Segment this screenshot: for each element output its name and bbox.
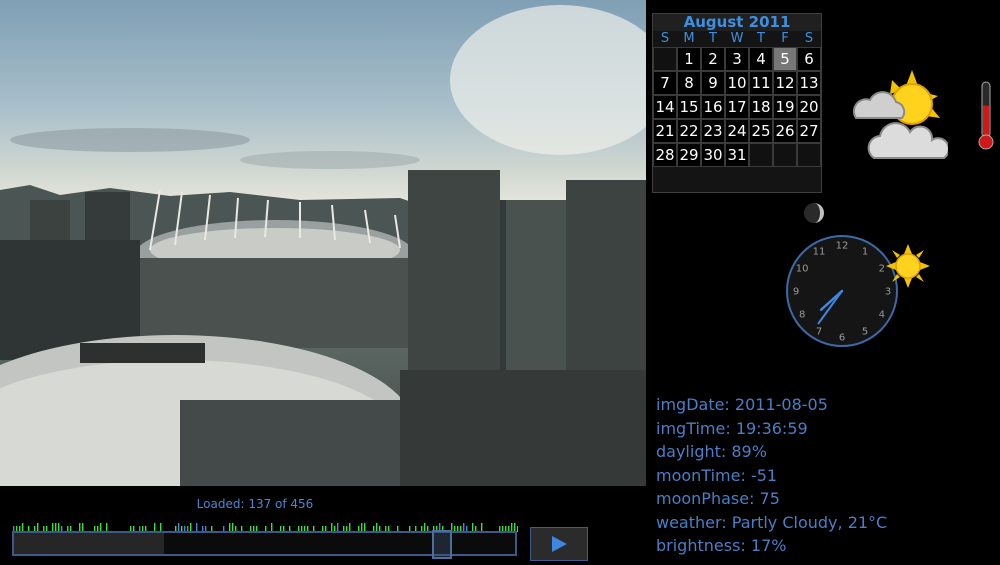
- calendar-day[interactable]: 10: [725, 71, 749, 95]
- calendar-day[interactable]: 24: [725, 119, 749, 143]
- calendar-grid: 1 2 3 4 5 6 7 8 9 10 11 12 13 14 15 16 17 18 19 20 21 22 23 24 2…: [653, 47, 821, 167]
- calendar-blank: [749, 143, 773, 167]
- calendar-day[interactable]: 8: [677, 71, 701, 95]
- calendar-day[interactable]: 29: [677, 143, 701, 167]
- image-info: imgDate: 2011-08-05 imgTime: 19:36:59 da…: [656, 393, 887, 558]
- calendar-day[interactable]: 25: [749, 119, 773, 143]
- clock-numeral: 3: [885, 287, 891, 298]
- calendar-day[interactable]: 2: [701, 47, 725, 71]
- play-button[interactable]: [530, 527, 588, 561]
- moon-time: moonTime: -51: [656, 465, 778, 485]
- calendar-day[interactable]: 26: [773, 119, 797, 143]
- img-time: imgTime: 19:36:59: [656, 418, 808, 438]
- clock-numeral: 1: [862, 247, 868, 258]
- city-scene: [0, 5, 646, 486]
- weather-text: weather: Partly Cloudy, 21°C: [656, 512, 888, 532]
- loaded-status: Loaded: 137 of 456: [196, 497, 314, 511]
- weekday-label: S: [660, 31, 670, 46]
- weekday-label: F: [781, 31, 789, 46]
- calendar-day[interactable]: 11: [749, 71, 773, 95]
- calendar-day[interactable]: 4: [749, 47, 773, 71]
- partly-cloudy-icon: [853, 70, 948, 159]
- clock-numeral: 11: [813, 247, 826, 258]
- weekday-label: T: [757, 31, 765, 46]
- calendar-weekdays: SMTWTFS: [653, 31, 821, 47]
- daylight: daylight: 89%: [656, 442, 767, 461]
- calendar-day[interactable]: 12: [773, 71, 797, 95]
- frame-tick: [517, 526, 518, 532]
- calendar-day[interactable]: 13: [797, 71, 821, 95]
- clock-numeral: 9: [793, 287, 799, 298]
- calendar-day[interactable]: 9: [701, 71, 725, 95]
- moon-icon: [804, 203, 824, 223]
- brightness: brightness: 17%: [656, 536, 787, 555]
- calendar-day[interactable]: 30: [701, 143, 725, 167]
- calendar-blank: [797, 143, 821, 167]
- weekday-label: M: [683, 31, 695, 46]
- weekday-label: W: [730, 31, 744, 46]
- calendar-day[interactable]: 17: [725, 95, 749, 119]
- clock-numeral: 12: [836, 241, 849, 252]
- calendar-day-today[interactable]: 5: [773, 47, 797, 71]
- calendar-day[interactable]: 27: [797, 119, 821, 143]
- calendar-day[interactable]: 28: [653, 143, 677, 167]
- clock-numeral: 2: [879, 264, 885, 275]
- clock-numeral: 7: [816, 326, 822, 337]
- calendar-day[interactable]: 3: [725, 47, 749, 71]
- calendar-month-label: August 2011: [653, 14, 821, 31]
- img-date: imgDate: 2011-08-05: [656, 395, 828, 414]
- calendar-day[interactable]: 1: [677, 47, 701, 71]
- thermometer-icon: [978, 81, 994, 150]
- calendar-day[interactable]: 7: [653, 71, 677, 95]
- calendar: August 2011 SMTWTFS 1 2 3 4 5 6 7 8 9 10 11 12 13 14 1…: [652, 13, 822, 193]
- play-icon: [552, 536, 567, 552]
- calendar-day[interactable]: 31: [725, 143, 749, 167]
- weekday-label: T: [709, 31, 717, 46]
- sun-icon: [886, 244, 930, 288]
- calendar-day[interactable]: 20: [797, 95, 821, 119]
- calendar-day[interactable]: 19: [773, 95, 797, 119]
- calendar-day[interactable]: 15: [677, 95, 701, 119]
- analog-clock: 12 12 3 45 6 78 9 10 11: [786, 235, 898, 347]
- clock-numeral: 6: [839, 333, 845, 344]
- timeline-loaded-fill: [14, 533, 165, 554]
- clock-numeral: 5: [862, 326, 868, 337]
- calendar-blank: [653, 47, 677, 71]
- calendar-blank: [773, 143, 797, 167]
- calendar-day[interactable]: 16: [701, 95, 725, 119]
- clock-numeral: 8: [799, 310, 805, 321]
- webcam-image: [0, 0, 646, 486]
- calendar-day[interactable]: 23: [701, 119, 725, 143]
- calendar-day[interactable]: 6: [797, 47, 821, 71]
- calendar-day[interactable]: 18: [749, 95, 773, 119]
- moon-phase: moonPhase: 75: [656, 489, 780, 508]
- timeline-scrubber[interactable]: [12, 530, 517, 559]
- timeline-handle[interactable]: [432, 530, 453, 559]
- calendar-day[interactable]: 21: [653, 119, 677, 143]
- calendar-day[interactable]: 14: [653, 95, 677, 119]
- clock-numeral: 4: [879, 310, 885, 321]
- calendar-day[interactable]: 22: [677, 119, 701, 143]
- weekday-label: S: [804, 31, 814, 46]
- clock-numeral: 10: [796, 264, 809, 275]
